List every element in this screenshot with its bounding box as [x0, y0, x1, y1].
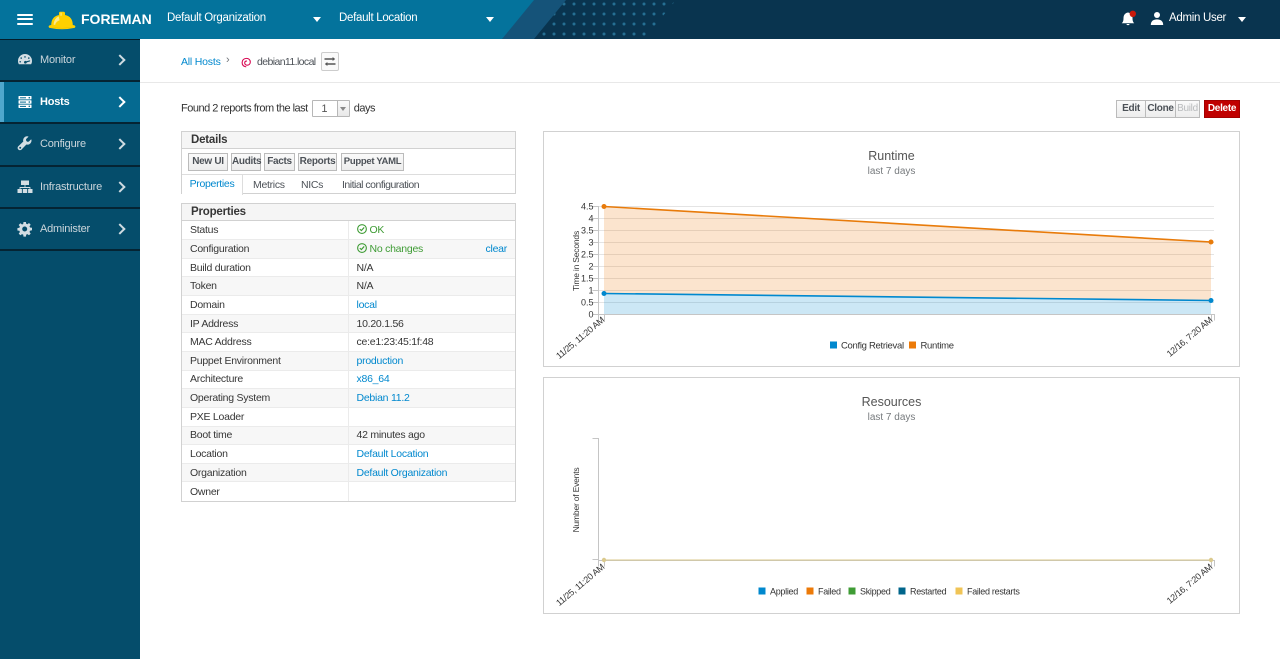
svg-text:1: 1: [588, 286, 593, 296]
svg-text:3.5: 3.5: [581, 226, 594, 236]
svg-text:11/25, 11:20 AM: 11/25, 11:20 AM: [554, 562, 606, 608]
svg-text:4: 4: [588, 214, 593, 224]
svg-text:Config Retrieval: Config Retrieval: [841, 341, 904, 352]
svg-text:Skipped: Skipped: [860, 587, 891, 597]
svg-text:2: 2: [588, 262, 593, 272]
svg-text:Time in Seconds: Time in Seconds: [571, 231, 581, 291]
svg-text:0: 0: [588, 310, 593, 320]
svg-text:Applied: Applied: [770, 587, 798, 597]
svg-text:Restarted: Restarted: [910, 587, 947, 597]
svg-text:Failed: Failed: [818, 587, 841, 597]
svg-text:Failed restarts: Failed restarts: [967, 587, 1020, 597]
svg-text:12/16, 7:20 AM: 12/16, 7:20 AM: [1165, 315, 1215, 359]
svg-text:3: 3: [588, 238, 593, 248]
svg-text:11/25, 11:20 AM: 11/25, 11:20 AM: [554, 315, 606, 361]
svg-text:1.5: 1.5: [581, 274, 594, 284]
svg-text:4.5: 4.5: [581, 202, 594, 212]
svg-text:Runtime: Runtime: [921, 341, 954, 352]
svg-text:Number of Events: Number of Events: [571, 468, 581, 533]
svg-text:0.5: 0.5: [581, 298, 594, 308]
svg-text:12/16, 7:20 AM: 12/16, 7:20 AM: [1165, 562, 1215, 606]
svg-text:2.5: 2.5: [581, 250, 594, 260]
